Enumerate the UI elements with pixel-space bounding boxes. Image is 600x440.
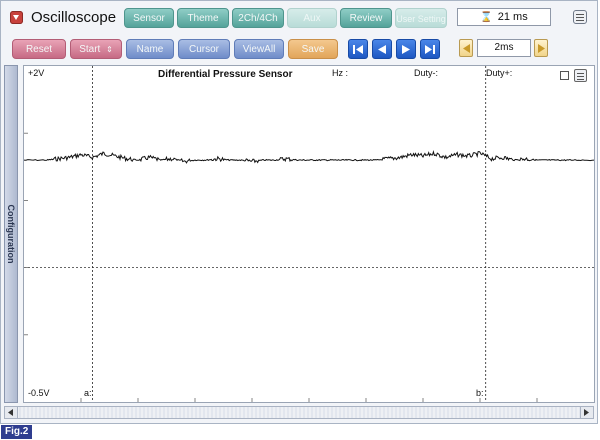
cursor-b-label: b: <box>476 388 484 398</box>
aux-button[interactable]: Aux <box>287 8 337 28</box>
start-button[interactable]: Start ⇕ <box>70 39 122 59</box>
last-icon <box>425 45 435 54</box>
configuration-tab-label: Configuration <box>6 204 16 264</box>
scroll-left-icon <box>8 409 13 416</box>
cursor-button[interactable]: Cursor <box>178 39 230 59</box>
save-button[interactable]: Save <box>288 39 338 59</box>
duty-minus-readout: Duty-: <box>414 68 439 78</box>
window-menu-icon[interactable] <box>573 10 587 24</box>
hz-readout: Hz : <box>332 68 349 78</box>
sample-time-readout: ⌛ 21 ms <box>457 8 551 26</box>
timebase-value[interactable]: 2ms <box>477 39 531 57</box>
reset-button[interactable]: Reset <box>12 39 66 59</box>
signal-trace-0 <box>24 149 594 164</box>
channels-button[interactable]: 2Ch/4Ch <box>232 8 284 28</box>
first-frame-button[interactable] <box>348 39 368 59</box>
app-menu-icon[interactable] <box>10 11 23 24</box>
theme-button[interactable]: Theme <box>177 8 229 28</box>
start-button-label: Start <box>79 44 101 55</box>
configuration-tab[interactable]: Configuration <box>4 65 18 403</box>
cursor-a-label: a: <box>84 388 92 398</box>
prev-icon <box>378 45 386 54</box>
timebase-decrease-button[interactable] <box>459 39 473 57</box>
last-frame-button[interactable] <box>420 39 440 59</box>
triangle-left-icon <box>463 44 470 53</box>
plot-menu-icon[interactable] <box>574 69 587 82</box>
timebase-increase-button[interactable] <box>534 39 548 57</box>
y-max-label: +2V <box>28 68 45 78</box>
figure-caption: Fig.2 <box>1 425 33 439</box>
review-button[interactable]: Review <box>340 8 392 28</box>
hourglass-icon: ⌛ <box>480 12 493 23</box>
user-setting-button[interactable]: User Setting <box>395 8 447 28</box>
scroll-left-button[interactable] <box>5 407 18 418</box>
start-dropdown-icon: ⇕ <box>106 45 113 54</box>
prev-frame-button[interactable] <box>372 39 392 59</box>
first-icon <box>353 45 363 54</box>
plot-option-checkbox[interactable] <box>560 71 569 80</box>
app-title: Oscilloscope <box>31 9 117 26</box>
y-min-label: -0.5V <box>28 388 50 398</box>
duty-plus-readout: Duty+: <box>486 68 513 78</box>
scope-plot[interactable]: +2V Differential Pressure Sensor Hz : Du… <box>23 65 595 403</box>
scroll-right-icon <box>584 409 589 416</box>
triangle-right-icon <box>538 44 545 53</box>
sensor-button[interactable]: Sensor <box>124 8 174 28</box>
viewall-button[interactable]: ViewAll <box>234 39 284 59</box>
scope-svg <box>24 66 594 402</box>
next-frame-button[interactable] <box>396 39 416 59</box>
plot-title: Differential Pressure Sensor <box>158 69 293 80</box>
sample-time-value: 21 ms <box>497 11 528 23</box>
name-button[interactable]: Name <box>126 39 174 59</box>
scroll-right-button[interactable] <box>580 407 593 418</box>
horizontal-scrollbar[interactable] <box>4 406 594 419</box>
oscilloscope-window: Oscilloscope Sensor Theme 2Ch/4Ch Aux Re… <box>0 0 598 424</box>
play-icon <box>402 45 410 54</box>
